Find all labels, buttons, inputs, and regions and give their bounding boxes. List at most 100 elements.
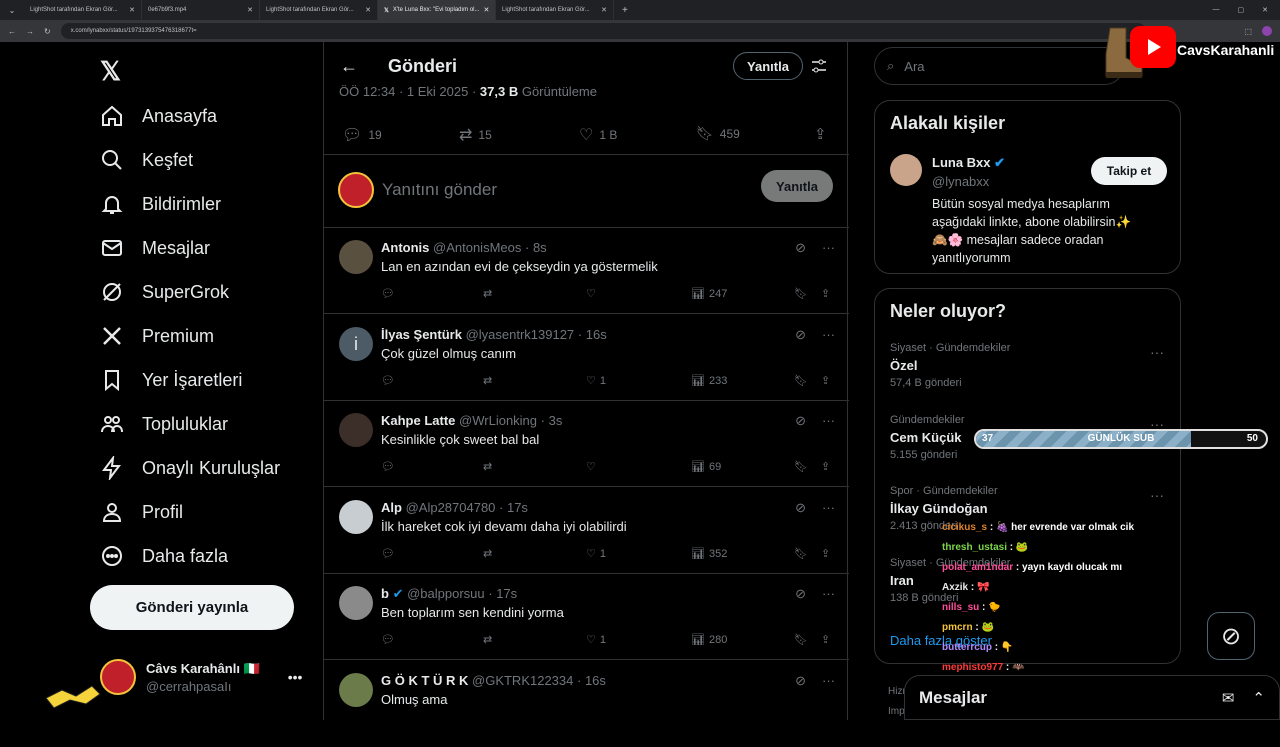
reply-input[interactable]: Yanıtını gönder [382, 180, 497, 200]
extension-icon[interactable]: ⬚ [1244, 27, 1252, 36]
repost-icon[interactable]: ⇄ [483, 460, 492, 473]
close-icon[interactable]: ✕ [129, 6, 135, 14]
post-button[interactable]: Gönderi yayınla [90, 585, 294, 630]
more-icon[interactable]: ··· [822, 240, 835, 256]
new-message-icon[interactable]: ✉ [1222, 689, 1235, 707]
share-button[interactable]: ⇪ [814, 125, 827, 143]
reply-tweet[interactable]: Kahpe Latte @WrLionking · 3s ⊘··· Kesinl… [324, 401, 849, 487]
bookmark-icon[interactable]: 🔖︎ [794, 460, 808, 473]
profile-icon[interactable] [1262, 26, 1272, 36]
reply-tweet[interactable]: G Ö K T Ü R K @GKTRK122334 · 16s ⊘··· Ol… [324, 661, 849, 747]
nav-verified-orgs[interactable]: Onaylı Kuruluşlar [100, 456, 280, 480]
repost-count-button[interactable]: ⇄15 [459, 125, 492, 145]
reply-icon[interactable]: 💬︎ [381, 633, 395, 646]
close-icon[interactable]: ✕ [601, 6, 607, 14]
maximize-icon[interactable]: ▢ [1238, 6, 1245, 14]
back-icon[interactable]: ← [8, 27, 16, 36]
reply-icon[interactable]: 💬︎ [381, 287, 395, 300]
share-icon[interactable]: ⇪ [821, 633, 830, 646]
reply-tweet[interactable]: b ✔ @balpporsuu · 17s ⊘··· Ben toplarım … [324, 574, 849, 660]
reply-icon[interactable]: 💬︎ [381, 547, 395, 560]
browser-tab-3[interactable]: LightShot tarafından Ekran Gör...✕ [260, 0, 378, 20]
share-icon[interactable]: ⇪ [821, 287, 830, 300]
like-button[interactable]: ♡ 1 [586, 374, 606, 387]
reply-icon[interactable]: 💬︎ [381, 460, 395, 473]
bookmark-icon[interactable]: 🔖︎ [794, 287, 808, 300]
close-icon[interactable]: ✕ [365, 6, 371, 14]
tab-search-button[interactable]: ⌄ [0, 0, 24, 20]
more-icon[interactable]: ··· [1150, 487, 1164, 503]
grok-icon[interactable]: ⊘ [795, 500, 806, 516]
repost-icon[interactable]: ⇄ [483, 547, 492, 560]
settings-sliders-icon[interactable] [811, 58, 827, 74]
close-icon[interactable]: ✕ [247, 6, 253, 14]
reply-count-button[interactable]: 💬︎19 [342, 125, 382, 145]
nav-premium[interactable]: Premium [100, 324, 214, 348]
browser-tab-1[interactable]: LightShot tarafından Ekran Gör...✕ [24, 0, 142, 20]
more-icon[interactable]: ··· [822, 327, 835, 343]
browser-tab-5[interactable]: LightShot tarafından Ekran Gör...✕ [496, 0, 614, 20]
more-icon[interactable]: ··· [822, 586, 835, 602]
back-arrow-icon[interactable]: ← [340, 56, 358, 77]
more-icon[interactable]: ··· [1150, 344, 1164, 360]
like-button[interactable]: ♡ 1 [586, 547, 606, 560]
like-button[interactable]: ♡ [586, 460, 600, 473]
nav-communities[interactable]: Topluluklar [100, 412, 228, 436]
bookmark-count-button[interactable]: 🔖︎459 [696, 125, 740, 142]
nav-supergrok[interactable]: SuperGrok [100, 280, 229, 304]
more-icon[interactable]: ··· [822, 673, 835, 689]
more-icon[interactable]: ••• [288, 669, 303, 685]
reload-icon[interactable]: ↻ [44, 27, 51, 36]
nav-profile[interactable]: Profil [100, 500, 183, 524]
trend-item[interactable]: GündemdekilerCem Küçük5.155 gönderi [890, 414, 965, 461]
grok-floating-button[interactable]: ⊘ [1207, 612, 1255, 660]
messages-drawer[interactable]: Mesajlar ✉ ⌃ [904, 675, 1280, 720]
bookmark-icon[interactable]: 🔖︎ [794, 547, 808, 560]
views-button[interactable]: 📊︎ 247 [691, 287, 727, 300]
views-button[interactable]: 📊︎ 233 [691, 374, 727, 387]
repost-icon[interactable]: ⇄ [483, 287, 492, 300]
like-count-button[interactable]: ♡1 B [579, 125, 617, 145]
share-icon[interactable]: ⇪ [821, 374, 830, 387]
like-button[interactable]: ♡ 1 [586, 633, 606, 646]
new-tab-button[interactable]: + [614, 5, 636, 16]
forward-icon[interactable]: → [26, 27, 34, 36]
repost-icon[interactable]: ⇄ [483, 633, 492, 646]
grok-icon[interactable]: ⊘ [795, 586, 806, 602]
more-icon[interactable]: ··· [822, 500, 835, 516]
minimize-icon[interactable]: — [1213, 6, 1220, 14]
repost-icon[interactable]: ⇄ [483, 374, 492, 387]
nav-explore[interactable]: Keşfet [100, 148, 193, 172]
header-reply-button[interactable]: Yanıtla [733, 52, 803, 80]
reply-tweet[interactable]: Alp @Alp28704780 · 17s ⊘··· İlk hareket … [324, 488, 849, 574]
reply-tweet[interactable]: Antonis @AntonisMeos · 8s ⊘··· Lan en az… [324, 228, 849, 314]
nav-messages[interactable]: Mesajlar [100, 236, 210, 260]
close-icon[interactable]: ✕ [484, 6, 490, 14]
share-icon[interactable]: ⇪ [821, 460, 830, 473]
grok-icon[interactable]: ⊘ [795, 673, 806, 689]
views-button[interactable]: 📊︎ 352 [691, 547, 727, 560]
grok-icon[interactable]: ⊘ [795, 240, 806, 256]
expand-icon[interactable]: ⌃ [1252, 689, 1265, 707]
account-switcher[interactable]: Câvs Karahânlı 🇮🇹 @cerrahpasaIı ••• [100, 659, 302, 695]
related-user[interactable]: Luna Bxx ✔ [932, 155, 1005, 171]
search-input[interactable]: ⌕Ara [874, 47, 1124, 85]
views-button[interactable]: 📊︎ 69 [691, 460, 721, 473]
address-bar[interactable]: x.com/lynabxx/status/1973139375476318677… [61, 23, 1146, 39]
reply-icon[interactable]: 💬︎ [381, 374, 395, 387]
nav-notifications[interactable]: Bildirimler [100, 192, 221, 216]
bookmark-icon[interactable]: 🔖︎ [794, 374, 808, 387]
nav-bookmarks[interactable]: Yer İşaretleri [100, 368, 242, 392]
reply-submit-button[interactable]: Yanıtla [761, 170, 833, 202]
share-icon[interactable]: ⇪ [821, 547, 830, 560]
grok-icon[interactable]: ⊘ [795, 413, 806, 429]
browser-tab-4[interactable]: 𝕏X'te Luna Bxx: "Evi topladım ol...✕ [378, 0, 496, 20]
x-logo[interactable]: 𝕏 [100, 56, 121, 87]
more-icon[interactable]: ··· [822, 413, 835, 429]
like-button[interactable]: ♡ [586, 287, 600, 300]
views-button[interactable]: 📊︎ 280 [691, 633, 727, 646]
reply-tweet[interactable]: i İlyas Şentürk @lyasentrk139127 · 16s ⊘… [324, 315, 849, 401]
nav-home[interactable]: Anasayfa [100, 104, 217, 128]
avatar[interactable] [890, 154, 922, 186]
nav-more[interactable]: Daha fazla [100, 544, 228, 568]
